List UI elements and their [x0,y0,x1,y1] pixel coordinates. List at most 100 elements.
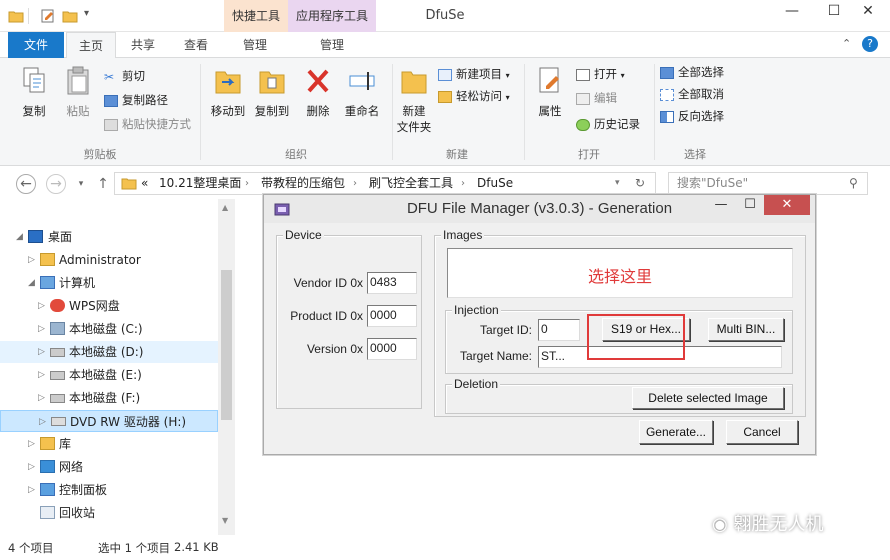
tree-item-desktop[interactable]: ◢ 桌面 [0,226,218,248]
address-dropdown-icon[interactable]: ▾ [615,173,620,194]
dialog-title-bar[interactable]: DFU File Manager (v3.0.3) - Generation —… [264,195,815,223]
back-button[interactable]: ← [16,174,36,194]
tree-item-drive-c[interactable]: ▷ 本地磁盘 (C:) [0,318,218,340]
up-button[interactable]: ↑ [92,174,114,194]
tree-item-recycle-bin[interactable]: 回收站 [0,502,218,524]
collapsed-arrow-icon[interactable]: ▷ [39,411,46,433]
drive-icon [50,394,65,403]
collapsed-arrow-icon[interactable]: ▷ [28,479,35,501]
tab-view[interactable]: 查看 [170,32,222,58]
scroll-up-icon[interactable]: ▲ [222,203,228,212]
dropdown-arrow-icon: ▾ [620,71,625,80]
collapsed-arrow-icon[interactable]: ▷ [28,249,35,271]
scroll-down-icon[interactable]: ▼ [222,516,228,525]
tree-item-administrator[interactable]: ▷ Administrator [0,249,218,271]
collapsed-arrow-icon[interactable]: ▷ [38,387,45,409]
tab-file[interactable]: 文件 [8,32,64,58]
tab-share[interactable]: 共享 [118,32,168,58]
tree-item-dvd-drive[interactable]: ▷ DVD RW 驱动器 (H:) [0,410,218,432]
move-to-button[interactable]: 移动到 [206,66,250,119]
paste-label: 粘贴 [66,104,90,118]
tree-item-computer[interactable]: ◢ 计算机 [0,272,218,294]
multi-bin-button[interactable]: Multi BIN... [708,318,784,341]
breadcrumb-item[interactable]: DfuSe [477,173,513,194]
properties-icon[interactable] [40,9,56,23]
breadcrumb-item[interactable]: 刷飞控全套工具 [369,173,453,194]
tab-manage-shortcut[interactable]: 管理 [224,32,286,58]
select-none-button[interactable]: 全部取消 [660,84,724,104]
edit-button[interactable]: 编辑 [576,88,617,108]
forward-button[interactable]: → [46,174,66,194]
images-list[interactable]: 选择这里 [447,248,793,298]
history-button[interactable]: 历史记录 [576,114,640,134]
breadcrumb-overflow[interactable]: « [141,173,148,194]
collapsed-arrow-icon[interactable]: ▷ [38,295,45,317]
search-box[interactable]: 搜索"DfuSe" ⚲ [668,172,868,195]
invert-selection-button[interactable]: 反向选择 [660,106,724,126]
library-icon [40,437,55,450]
collapsed-arrow-icon[interactable]: ▷ [38,364,45,386]
tab-home[interactable]: 主页 [66,32,116,59]
select-all-button[interactable]: 全部选择 [660,62,724,82]
window-title: DfuSe [425,8,465,23]
tree-item-drive-f[interactable]: ▷ 本地磁盘 (F:) [0,387,218,409]
dialog-minimize-button[interactable]: — [707,195,735,215]
copy-button[interactable]: 复制 [14,66,54,119]
generate-button[interactable]: Generate... [639,420,713,444]
group-label-organize: 组织 [285,148,307,161]
breadcrumb-separator-icon[interactable]: › [461,173,465,194]
easy-access-button[interactable]: 轻松访问 ▾ [438,86,510,106]
search-icon[interactable]: ⚲ [849,173,858,194]
vendor-id-label: Vendor ID 0x [293,276,363,290]
product-id-input[interactable]: 0000 [367,305,417,327]
scrollbar-thumb[interactable] [221,270,232,420]
target-id-input[interactable]: 0 [538,319,580,341]
collapse-ribbon-icon[interactable]: ⌃ [842,37,851,50]
tab-manage-app[interactable]: 管理 [290,32,374,58]
collapsed-arrow-icon[interactable]: ▷ [38,341,45,363]
new-folder-button[interactable]: 新建 文件夹 [394,66,434,135]
recent-locations-button[interactable]: ▾ [70,174,92,194]
delete-button[interactable]: 删除 [298,66,338,119]
properties-button[interactable]: 属性 [530,66,570,119]
copy-to-button[interactable]: 复制到 [250,66,294,119]
address-bar[interactable]: « 10.21整理桌面 › 带教程的压缩包 › 刷飞控全套工具 › DfuSe … [114,172,656,195]
tree-item-network[interactable]: ▷ 网络 [0,456,218,478]
new-folder-icon[interactable] [62,9,78,23]
breadcrumb-item[interactable]: 10.21整理桌面 [159,173,241,194]
tree-item-control-panel[interactable]: ▷ 控制面板 [0,479,218,501]
breadcrumb-item[interactable]: 带教程的压缩包 [261,173,345,194]
collapsed-arrow-icon[interactable]: ▷ [28,456,35,478]
open-button[interactable]: 打开 ▾ [576,64,625,84]
cancel-button[interactable]: Cancel [726,420,798,444]
expanded-arrow-icon[interactable]: ◢ [16,226,23,248]
cut-button[interactable]: ✂ 剪切 [104,66,145,86]
rename-button[interactable]: 重命名 [340,66,384,119]
paste-shortcut-button[interactable]: 粘贴快捷方式 [104,114,191,134]
qat-dropdown-icon[interactable]: ▾ [84,8,89,19]
dvd-drive-icon [51,417,66,426]
collapsed-arrow-icon[interactable]: ▷ [28,433,35,455]
refresh-icon[interactable]: ↻ [635,173,645,194]
copy-label: 复制 [22,104,46,118]
expanded-arrow-icon[interactable]: ◢ [28,272,35,294]
tree-item-drive-d[interactable]: ▷ 本地磁盘 (D:) [0,341,218,363]
close-button[interactable]: ✕ [846,0,890,24]
tree-item-drive-e[interactable]: ▷ 本地磁盘 (E:) [0,364,218,386]
easy-access-icon [438,90,452,103]
paste-button[interactable]: 粘贴 [58,66,98,119]
tree-item-wps-drive[interactable]: ▷ WPS网盘 [0,295,218,317]
minimize-button[interactable]: — [770,0,814,24]
help-icon[interactable]: ? [862,36,878,52]
breadcrumb-separator-icon[interactable]: › [245,173,249,194]
new-item-button[interactable]: 新建项目 ▾ [438,64,510,84]
delete-selected-image-button[interactable]: Delete selected Image [632,387,784,409]
version-input[interactable]: 0000 [367,338,417,360]
dialog-maximize-button[interactable]: ☐ [736,195,764,215]
copy-path-button[interactable]: 复制路径 [104,90,168,110]
tree-item-libraries[interactable]: ▷ 库 [0,433,218,455]
breadcrumb-separator-icon[interactable]: › [353,173,357,194]
dialog-close-button[interactable]: ✕ [764,195,810,215]
collapsed-arrow-icon[interactable]: ▷ [38,318,45,340]
vendor-id-input[interactable]: 0483 [367,272,417,294]
